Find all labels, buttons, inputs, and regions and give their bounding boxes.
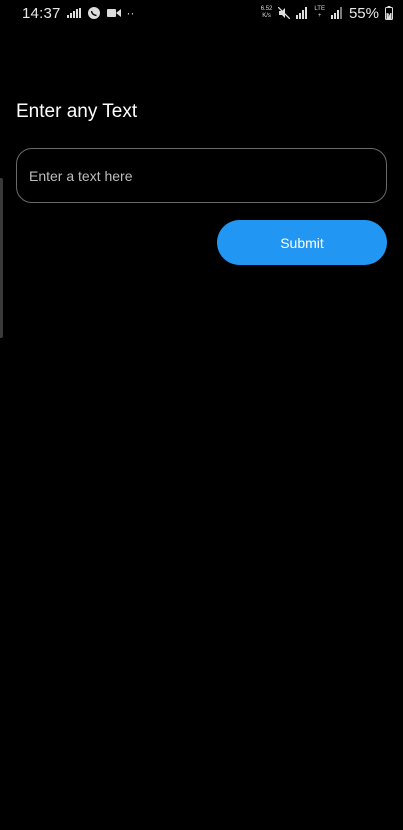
status-time: 14:37 bbox=[22, 4, 61, 22]
signal-strength-icon bbox=[330, 7, 343, 19]
edge-panel-handle[interactable] bbox=[0, 178, 3, 338]
status-bar: 14:37 ·· 6.52 K/s LTE + 55% bbox=[0, 0, 403, 26]
submit-button[interactable]: Submit bbox=[217, 220, 387, 265]
text-input-field[interactable] bbox=[16, 148, 387, 203]
video-camera-icon bbox=[106, 8, 121, 18]
signal-bars-icon bbox=[66, 8, 81, 18]
page-heading: Enter any Text bbox=[16, 101, 138, 122]
lte-plus: + bbox=[317, 13, 322, 19]
status-left: 14:37 ·· bbox=[22, 5, 135, 22]
lte-indicator: LTE + bbox=[314, 6, 325, 20]
lte-label: LTE bbox=[314, 6, 325, 12]
app-screen: 14:37 ·· 6.52 K/s LTE + 55% Enter any Te… bbox=[0, 0, 403, 830]
battery-percent: 55% bbox=[348, 4, 379, 22]
whatsapp-icon bbox=[87, 6, 101, 20]
network-speed-value: 6.52 bbox=[260, 6, 273, 12]
signal-icon bbox=[296, 7, 308, 19]
more-notifications-indicator: ·· bbox=[126, 6, 135, 20]
network-speed-unit: K/s bbox=[262, 13, 271, 19]
mute-icon bbox=[278, 7, 291, 19]
battery-charging-icon bbox=[385, 6, 393, 20]
network-speed: 6.52 K/s bbox=[261, 6, 273, 20]
status-right: 6.52 K/s LTE + 55% bbox=[261, 5, 393, 22]
